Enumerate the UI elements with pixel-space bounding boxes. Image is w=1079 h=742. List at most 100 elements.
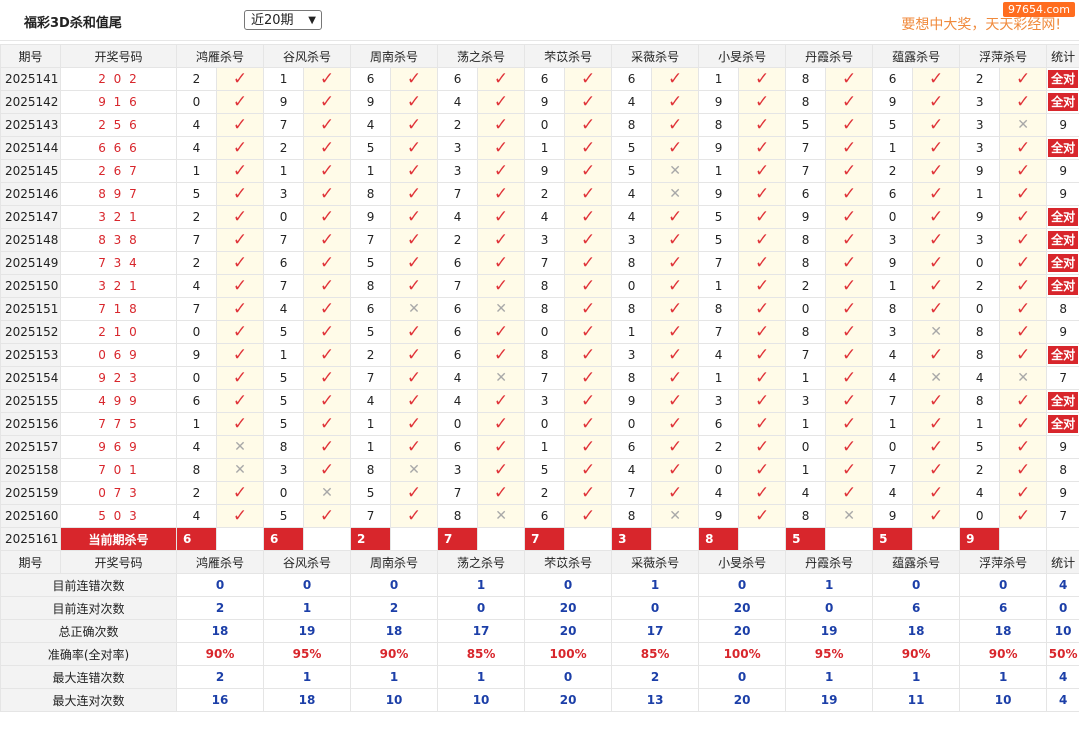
stat-value: 0: [437, 596, 526, 620]
kill-value-cell: 5: [350, 481, 392, 505]
stat-value: 20: [524, 688, 613, 712]
kill-value-cell: 1: [698, 159, 740, 183]
check-icon: ✓: [738, 182, 787, 206]
stat-cell: 8: [1046, 297, 1079, 321]
draw-number-cell: 7 0 1: [60, 458, 177, 482]
check-icon: ✓: [390, 343, 439, 367]
check-icon: ✓: [477, 228, 526, 252]
stat-value: 0: [698, 665, 787, 689]
stat-cell: 全对: [1046, 90, 1079, 114]
all-correct-badge: 全对: [1048, 231, 1079, 249]
kill-value-cell: 7: [350, 228, 392, 252]
check-icon: ✓: [825, 389, 874, 413]
check-icon: ✓: [477, 320, 526, 344]
kill-value-cell: 5: [872, 113, 914, 137]
kill-value-cell: 1: [263, 67, 305, 91]
col-predictor: 鸿雁杀号: [175, 550, 265, 574]
check-icon: ✓: [651, 136, 700, 160]
kill-value-cell: 6: [263, 251, 305, 275]
stat-value: 85%: [437, 642, 526, 666]
check-icon: ✓: [477, 251, 526, 275]
kill-value-cell: 8: [350, 274, 392, 298]
table-row: 2025150 3 2 1 4 ✓ 7 ✓ 8 ✓ 7 ✓ 8 ✓ 0 ✓ 1 ✓ 2 ✓ 1 ✓ 2 ✓ 全对: [0, 274, 1079, 298]
check-icon: ✓: [564, 182, 613, 206]
kill-value-cell: 5: [698, 228, 740, 252]
kill-value-cell: 1: [698, 67, 740, 91]
col-predictor: 荡之杀号: [437, 550, 526, 574]
check-icon: ✓: [303, 90, 352, 114]
draw-number-cell: 9 1 6: [60, 90, 177, 114]
current-kill-value: 7: [524, 527, 566, 551]
stat-cell: 全对: [1046, 67, 1079, 91]
kill-value-cell: 4: [350, 389, 392, 413]
cross-icon: ✕: [477, 504, 526, 528]
stat-value: 20: [524, 619, 613, 643]
check-icon: ✓: [564, 504, 613, 528]
kill-value-cell: 6: [872, 182, 914, 206]
stat-value: 10: [959, 688, 1048, 712]
cross-icon: ✕: [477, 297, 526, 321]
top-bar: 福彩3D杀和值尾 近20期 ▼ 要想中大奖，天天彩经网! 97654.com: [0, 0, 1079, 41]
kill-value-cell: 9: [872, 90, 914, 114]
kill-value-cell: 7: [785, 159, 827, 183]
period-range-select[interactable]: 近20期 ▼: [244, 10, 322, 30]
kill-value-cell: 5: [263, 320, 305, 344]
check-icon: ✓: [999, 435, 1048, 459]
kill-value-cell: 6: [176, 389, 217, 413]
check-icon: ✓: [912, 504, 961, 528]
check-icon: ✓: [303, 412, 352, 436]
check-icon: ✓: [912, 297, 961, 321]
stat-value: 95%: [785, 642, 874, 666]
stat-value: 0: [611, 596, 700, 620]
stat-value: 20: [524, 596, 613, 620]
kill-value-cell: 1: [785, 412, 827, 436]
stat-value: 1: [437, 665, 526, 689]
kill-value-cell: 1: [350, 159, 392, 183]
check-icon: ✓: [825, 412, 874, 436]
stat-value: 2: [350, 596, 439, 620]
draw-number-cell: 0 7 3: [60, 481, 177, 505]
stat-label: 目前连错次数: [0, 573, 177, 597]
stat-value: 100%: [698, 642, 787, 666]
current-kill-value: 7: [437, 527, 479, 551]
period-cell: 2025160: [0, 504, 61, 528]
check-icon: ✓: [303, 67, 352, 91]
check-icon: ✓: [390, 67, 439, 91]
stat-value: 1: [611, 573, 700, 597]
cross-icon: ✕: [999, 113, 1048, 137]
check-icon: ✓: [303, 435, 352, 459]
stat-cell: 9: [1046, 182, 1079, 206]
kill-value-cell: 1: [698, 366, 740, 390]
check-icon: ✓: [215, 343, 265, 367]
draw-number-cell: 9 6 9: [60, 435, 177, 459]
kill-value-cell: 3: [959, 113, 1001, 137]
col-predictor: 谷风杀号: [263, 44, 352, 68]
kill-value-cell: 5: [959, 435, 1001, 459]
check-icon: ✓: [215, 412, 265, 436]
kill-value-cell: 6: [524, 504, 566, 528]
stat-value: 18: [872, 619, 961, 643]
kill-value-cell: 2: [959, 274, 1001, 298]
check-icon: ✓: [912, 389, 961, 413]
current-kill-value: 5: [872, 527, 914, 551]
check-icon: ✓: [303, 458, 352, 482]
current-kill-value: 3: [611, 527, 653, 551]
all-correct-badge: 全对: [1048, 208, 1079, 226]
check-icon: ✓: [564, 320, 613, 344]
stat-value: 0: [698, 573, 787, 597]
empty-cell: [738, 527, 787, 551]
check-icon: ✓: [477, 90, 526, 114]
check-icon: ✓: [999, 412, 1048, 436]
kill-value-cell: 7: [524, 366, 566, 390]
stat-value: 18: [350, 619, 439, 643]
kill-value-cell: 2: [176, 205, 217, 229]
period-cell: 2025157: [0, 435, 61, 459]
stat-value: 1: [437, 573, 526, 597]
draw-number-cell: 4 9 9: [60, 389, 177, 413]
check-icon: ✓: [477, 389, 526, 413]
kill-value-cell: 4: [611, 205, 653, 229]
draw-number-cell: 2 1 0: [60, 320, 177, 344]
table-row: 2025141 2 0 2 2 ✓ 1 ✓ 6 ✓ 6 ✓ 6 ✓ 6 ✓ 1 ✓ 8 ✓ 6 ✓ 2 ✓ 全对: [0, 67, 1079, 91]
table-row: 2025142 9 1 6 0 ✓ 9 ✓ 9 ✓ 4 ✓ 9 ✓ 4 ✓ 9 ✓ 8 ✓ 9 ✓ 3 ✓ 全对: [0, 90, 1079, 114]
kill-value-cell: 0: [524, 320, 566, 344]
